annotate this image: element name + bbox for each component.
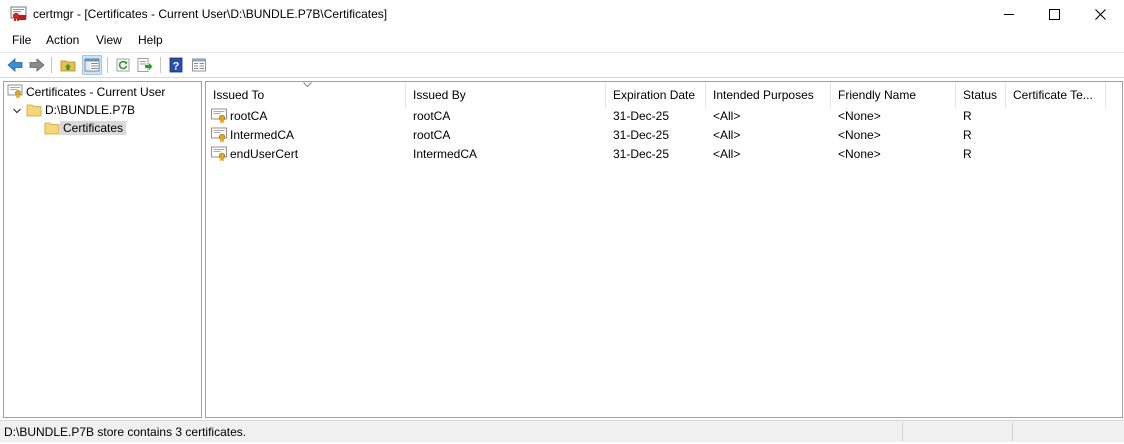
tree-label: D:\BUNDLE.P7B [45, 102, 136, 117]
sort-ascending-icon [303, 82, 312, 88]
help-button[interactable]: ? [166, 55, 186, 75]
cell-issued-to: endUserCert [230, 147, 299, 161]
forward-icon [29, 58, 45, 72]
properties-view-icon [192, 58, 206, 72]
cell-issued-to: rootCA [230, 109, 268, 123]
help-icon: ? [169, 57, 183, 73]
tree-label: Certificates - Current User [26, 84, 166, 99]
column-label: Friendly Name [838, 88, 917, 102]
tree-item-bundle-p7b[interactable]: D:\BUNDLE.P7B [26, 101, 138, 118]
column-header-expiration-date[interactable]: Expiration Date [606, 82, 706, 108]
certmgr-app-icon [10, 6, 27, 21]
forward-button[interactable] [27, 55, 47, 75]
certificate-list: Issued To Issued By Expiration Date Inte… [205, 81, 1123, 418]
folder-icon [26, 104, 42, 116]
tree-label: Certificates [60, 120, 127, 135]
back-icon [7, 58, 23, 72]
certificate-icon [211, 108, 227, 124]
cell-status: R [963, 147, 972, 161]
properties-view-button[interactable] [189, 55, 209, 75]
status-bar-divider [1012, 423, 1013, 441]
cell-friendly-name: <None> [838, 109, 881, 123]
column-header-issued-to[interactable]: Issued To [206, 82, 406, 108]
cell-expiration: 31-Dec-25 [613, 147, 670, 161]
column-header-intended-purposes[interactable]: Intended Purposes [706, 82, 831, 108]
column-label: Issued To [213, 88, 265, 102]
column-header-status[interactable]: Status [956, 82, 1006, 108]
column-header-issued-by[interactable]: Issued By [406, 82, 606, 108]
cell-expiration: 31-Dec-25 [613, 128, 670, 142]
column-label: Status [963, 88, 998, 102]
svg-text:?: ? [173, 61, 180, 73]
toolbar-separator [107, 57, 108, 73]
show-hide-tree-button[interactable] [82, 55, 102, 75]
export-list-icon [137, 58, 153, 72]
cell-friendly-name: <None> [838, 128, 881, 142]
tree-item-current-user[interactable]: Certificates - Current User [7, 83, 168, 100]
cell-issued-by: rootCA [413, 109, 451, 123]
column-label: Intended Purposes [713, 88, 814, 102]
column-label: Expiration Date [613, 88, 696, 102]
minimize-button[interactable] [986, 0, 1032, 29]
table-row[interactable]: rootCA rootCA 31-Dec-25 <All> <None> R [206, 107, 1122, 126]
up-folder-button[interactable] [58, 55, 78, 75]
up-folder-icon [60, 60, 76, 72]
minimize-icon [1003, 14, 1014, 15]
cell-status: R [963, 128, 972, 142]
maximize-button[interactable] [1031, 0, 1077, 29]
chevron-down-icon[interactable] [12, 106, 22, 116]
status-bar-divider [902, 423, 903, 441]
certificate-icon [211, 146, 227, 162]
maximize-icon [1048, 9, 1060, 20]
menu-bar: File Action View Help [0, 29, 1124, 51]
window-title: certmgr - [Certificates - Current User\D… [33, 7, 388, 21]
title-bar: certmgr - [Certificates - Current User\D… [0, 0, 1124, 29]
cell-friendly-name: <None> [838, 147, 881, 161]
menu-action[interactable]: Action [46, 33, 79, 47]
menu-view[interactable]: View [96, 33, 122, 47]
show-hide-tree-icon [84, 58, 100, 72]
column-header-friendly-name[interactable]: Friendly Name [831, 82, 956, 108]
cell-purposes: <All> [713, 109, 741, 123]
console-tree: Certificates - Current User D:\BUNDLE.P7… [3, 81, 202, 418]
back-button[interactable] [5, 55, 25, 75]
cell-issued-to: IntermedCA [230, 128, 295, 142]
status-bar: D:\BUNDLE.P7B store contains 3 certifica… [0, 420, 1124, 442]
column-header-certificate-template[interactable]: Certificate Te... [1006, 82, 1106, 108]
column-label: Certificate Te... [1013, 88, 1093, 102]
menu-help[interactable]: Help [138, 33, 163, 47]
toolbar-separator [51, 57, 52, 73]
refresh-icon [116, 58, 130, 72]
column-label: Issued By [413, 88, 466, 102]
menu-file[interactable]: File [12, 33, 31, 47]
folder-icon [44, 122, 60, 134]
refresh-button[interactable] [113, 55, 133, 75]
toolbar: ? [0, 52, 1124, 78]
toolbar-separator [160, 57, 161, 73]
tree-item-certificates[interactable]: Certificates [44, 119, 127, 136]
cell-expiration: 31-Dec-25 [613, 109, 670, 123]
certificate-icon [211, 127, 227, 143]
certificate-store-icon [7, 84, 23, 99]
table-row[interactable]: IntermedCA rootCA 31-Dec-25 <All> <None>… [206, 126, 1122, 145]
status-text: D:\BUNDLE.P7B store contains 3 certifica… [4, 425, 247, 439]
cell-issued-by: rootCA [413, 128, 451, 142]
close-button[interactable] [1077, 0, 1123, 29]
export-list-button[interactable] [135, 55, 155, 75]
close-icon [1094, 9, 1106, 20]
cell-issued-by: IntermedCA [413, 147, 478, 161]
table-row[interactable]: endUserCert IntermedCA 31-Dec-25 <All> <… [206, 145, 1122, 164]
cell-purposes: <All> [713, 128, 741, 142]
cell-purposes: <All> [713, 147, 741, 161]
cell-status: R [963, 109, 972, 123]
